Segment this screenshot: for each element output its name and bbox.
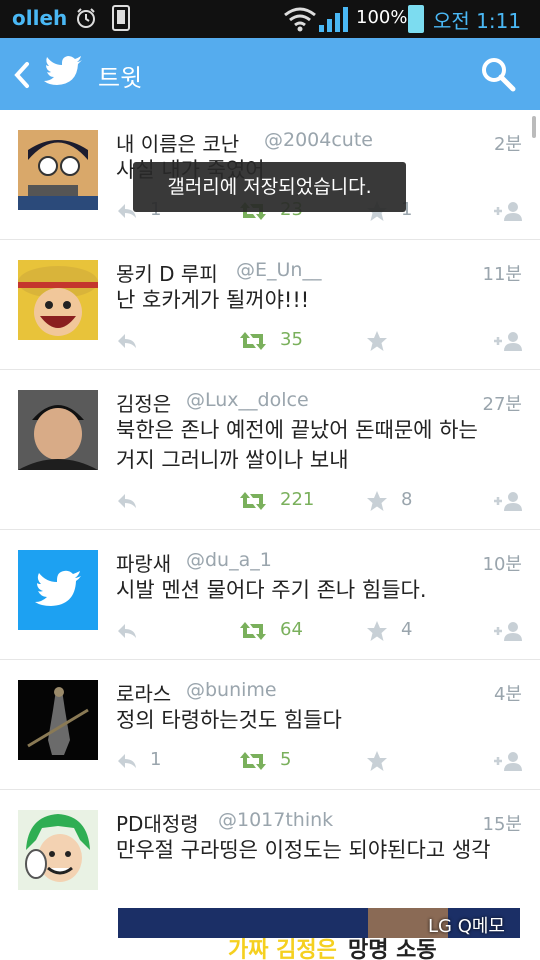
- clock: 오전 1:11: [433, 9, 522, 33]
- avatar[interactable]: [18, 550, 98, 630]
- author-name[interactable]: 로라스: [116, 678, 171, 707]
- reply-icon[interactable]: [116, 750, 138, 772]
- author-name[interactable]: 몽키 D 루피: [116, 258, 218, 287]
- avatar[interactable]: [18, 680, 98, 760]
- status-bar: olleh 100% 오전 1:11: [0, 0, 540, 38]
- reply-count: 1: [150, 749, 162, 770]
- follow-user-icon[interactable]: [492, 750, 524, 772]
- retweet-count: 221: [280, 489, 315, 510]
- tweet-time: 15분: [482, 814, 522, 835]
- phone-icon: [112, 5, 130, 31]
- author-name[interactable]: PD대정령: [116, 808, 199, 837]
- star-icon[interactable]: [366, 330, 388, 352]
- battery-percent: 100%: [356, 7, 408, 28]
- toast-message: 갤러리에 저장되었습니다.: [133, 162, 406, 212]
- media-headline: 가짜 김정은: [228, 938, 337, 960]
- tweet-text: 북한은 존나 예전에 끝났어 돈때문에 하는거지 그러니까 쌀이나 보내: [116, 418, 478, 472]
- tweet-text: 정의 타령하는것도 힘들다: [116, 708, 342, 732]
- follow-user-icon[interactable]: [492, 330, 524, 352]
- follow-user-icon[interactable]: [492, 200, 524, 222]
- media-headline-secondary: 망명 소동: [348, 938, 437, 960]
- battery-icon: [408, 5, 424, 33]
- retweet-count: 35: [280, 329, 303, 350]
- tweet-actions: 64 4: [116, 619, 526, 644]
- star-icon[interactable]: [366, 490, 388, 512]
- author-handle[interactable]: @Lux__dolce: [186, 389, 309, 411]
- avatar[interactable]: [18, 810, 98, 890]
- tweet-time: 2분: [493, 134, 522, 155]
- tweet-time: 11분: [482, 264, 522, 285]
- retweet-count: 64: [280, 619, 303, 640]
- tweet-text: 시발 멘션 물어다 주기 존나 힘들다.: [116, 578, 427, 602]
- alarm-icon: [77, 8, 95, 28]
- tweet-item[interactable]: 몽키 D 루피 @E_Un__ 11분 난 호카게가 될꺼야!!! 35: [0, 240, 540, 370]
- carrier-label: olleh: [12, 6, 68, 30]
- tweet-actions: 35: [116, 329, 526, 354]
- tweet-item[interactable]: 김정은 @Lux__dolce 27분 북한은 존나 예전에 끝났어 돈때문에 …: [0, 370, 540, 530]
- retweet-icon[interactable]: [240, 330, 266, 352]
- favorite-count: 8: [401, 489, 413, 510]
- tweet-text: 난 호카게가 될꺼야!!!: [116, 288, 310, 312]
- follow-user-icon[interactable]: [492, 620, 524, 642]
- retweet-count: 5: [280, 749, 292, 770]
- page-title: 트윗: [98, 64, 143, 92]
- tweet-text: 만우절 구라띵은 이정도는 되야된다고 생각: [116, 838, 491, 862]
- wifi-icon: [284, 7, 316, 32]
- retweet-icon[interactable]: [240, 620, 266, 642]
- tweet-item[interactable]: 파랑새 @du_a_1 10분 시발 멘션 물어다 주기 존나 힘들다. 64 …: [0, 530, 540, 660]
- avatar[interactable]: [18, 260, 98, 340]
- favorite-count: 4: [401, 619, 413, 640]
- tweet-actions: 221 8: [116, 489, 526, 514]
- reply-icon[interactable]: [116, 620, 138, 642]
- twitter-bird-icon: [44, 56, 82, 85]
- avatar[interactable]: [18, 130, 98, 210]
- author-name[interactable]: 내 이름은 코난: [116, 128, 239, 157]
- tweet-actions: 1 5: [116, 749, 526, 774]
- reply-icon[interactable]: [116, 490, 138, 512]
- app-header: 트윗: [0, 38, 540, 110]
- author-handle[interactable]: @du_a_1: [186, 549, 272, 571]
- retweet-icon[interactable]: [240, 490, 266, 512]
- author-name[interactable]: 김정은: [116, 388, 171, 417]
- watermark: LG Q메모: [428, 916, 505, 937]
- reply-icon[interactable]: [116, 330, 138, 352]
- back-chevron-icon[interactable]: [10, 60, 34, 90]
- signal-icon: [319, 7, 348, 32]
- search-icon[interactable]: [480, 56, 516, 92]
- star-icon[interactable]: [366, 750, 388, 772]
- author-handle[interactable]: @bunime: [186, 679, 277, 701]
- author-name[interactable]: 파랑새: [116, 548, 171, 577]
- tweet-time: 4분: [493, 684, 522, 705]
- author-handle[interactable]: @E_Un__: [236, 259, 321, 281]
- retweet-icon[interactable]: [240, 750, 266, 772]
- author-handle[interactable]: @2004cute: [264, 129, 373, 151]
- avatar[interactable]: [18, 390, 98, 470]
- follow-user-icon[interactable]: [492, 490, 524, 512]
- author-handle[interactable]: @1017think: [218, 809, 333, 831]
- tweet-time: 10분: [482, 554, 522, 575]
- star-icon[interactable]: [366, 620, 388, 642]
- tweet-item[interactable]: 로라스 @bunime 4분 정의 타령하는것도 힘들다 1 5: [0, 660, 540, 790]
- tweet-time: 27분: [482, 394, 522, 415]
